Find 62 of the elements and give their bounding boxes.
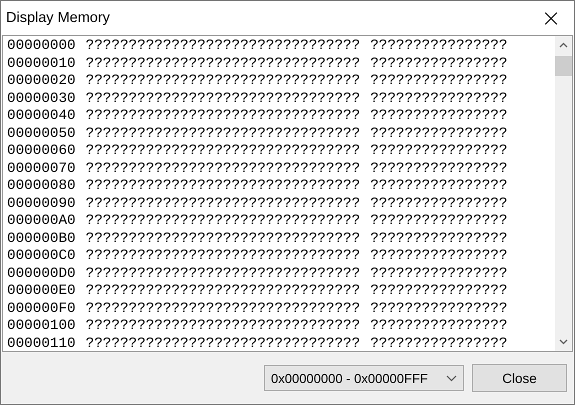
ascii-bytes: ???????????????? (370, 196, 508, 213)
memory-address: 000000D0 (7, 266, 76, 283)
ascii-bytes: ???????????????? (370, 143, 508, 160)
ascii-bytes: ???????????????? (370, 126, 508, 143)
memory-address: 00000090 (7, 196, 76, 213)
memory-address: 000000A0 (7, 213, 76, 230)
ascii-bytes: ???????????????? (370, 108, 508, 126)
hex-bytes: ???????????????????????????????? (86, 213, 360, 230)
scrollbar-thumb[interactable] (555, 56, 572, 76)
hex-bytes: ???????????????????????????????? (86, 143, 360, 160)
memory-address: 000000B0 (7, 230, 76, 248)
scroll-up-icon[interactable] (559, 42, 568, 48)
close-dialog-button[interactable]: Close (472, 364, 567, 392)
ascii-bytes: ???????????????? (370, 248, 508, 266)
ascii-bytes: ???????????????? (370, 300, 508, 318)
hex-bytes: ???????????????????????????????? (86, 230, 360, 248)
ascii-bytes: ???????????????? (370, 336, 508, 351)
scroll-down-icon[interactable] (559, 339, 568, 345)
hex-bytes: ???????????????????????????????? (86, 318, 360, 336)
memory-address: 000000F0 (7, 300, 76, 318)
hex-bytes: ???????????????????????????????? (86, 283, 360, 300)
range-dropdown[interactable]: 0x00000000 - 0x00000FFF (264, 365, 464, 391)
hex-bytes: ???????????????????????????????? (86, 90, 360, 108)
hex-bytes: ???????????????????????????????? (86, 178, 360, 196)
ascii-bytes: ???????????????? (370, 38, 508, 56)
memory-address: 00000010 (7, 56, 76, 73)
memory-address: 00000050 (7, 126, 76, 143)
ascii-bytes: ???????????????? (370, 230, 508, 248)
ascii-bytes: ???????????????? (370, 73, 508, 90)
dropdown-caret-icon (446, 374, 457, 382)
hex-bytes: ???????????????????????????????? (86, 126, 360, 143)
ascii-bytes: ???????????????? (370, 283, 508, 300)
hex-bytes: ???????????????????????????????? (86, 266, 360, 283)
hex-bytes: ???????????????????????????????? (86, 248, 360, 266)
ascii-bytes: ???????????????? (370, 160, 508, 178)
hex-bytes: ???????????????????????????????? (86, 160, 360, 178)
window-title: Display Memory (6, 10, 110, 26)
ascii-bytes: ???????????????? (370, 266, 508, 283)
memory-address: 00000040 (7, 108, 76, 126)
memory-address: 00000030 (7, 90, 76, 108)
vertical-scrollbar[interactable] (555, 36, 572, 351)
memory-address: 00000110 (7, 336, 76, 351)
memory-address: 00000070 (7, 160, 76, 178)
hex-bytes: ???????????????????????????????? (86, 196, 360, 213)
ascii-bytes: ???????????????? (370, 56, 508, 73)
ascii-bytes: ???????????????? (370, 178, 508, 196)
memory-address: 000000C0 (7, 248, 76, 266)
memory-address: 00000000 (7, 38, 76, 56)
memory-address: 00000060 (7, 143, 76, 160)
hex-bytes: ???????????????????????????????? (86, 336, 360, 351)
memory-address: 00000100 (7, 318, 76, 336)
memory-address: 00000080 (7, 178, 76, 196)
ascii-bytes: ???????????????? (370, 318, 508, 336)
hex-bytes: ???????????????????????????????? (86, 73, 360, 90)
ascii-bytes: ???????????????? (370, 213, 508, 230)
hex-bytes: ???????????????????????????????? (86, 108, 360, 126)
hex-bytes: ???????????????????????????????? (86, 300, 360, 318)
hex-bytes: ???????????????????????????????? (86, 38, 360, 56)
hex-bytes: ???????????????????????????????? (86, 56, 360, 73)
memory-address: 000000E0 (7, 283, 76, 300)
memory-address: 00000020 (7, 73, 76, 90)
ascii-bytes: ???????????????? (370, 90, 508, 108)
